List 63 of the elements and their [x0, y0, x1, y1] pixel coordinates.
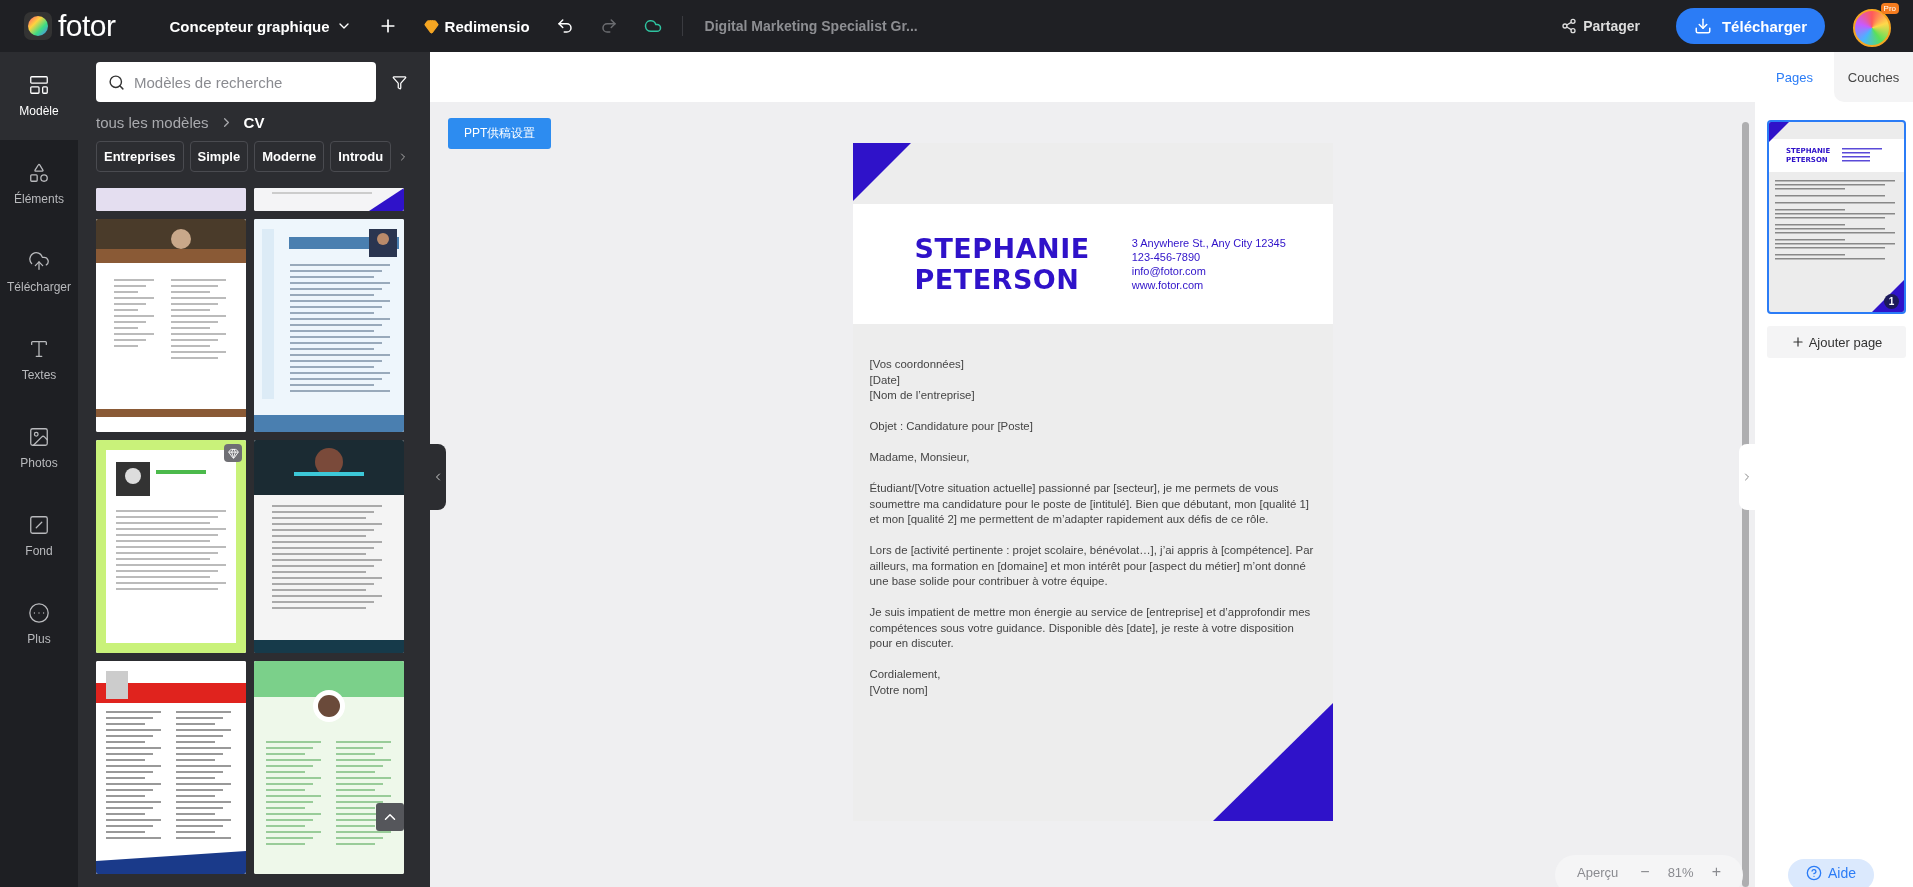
- breadcrumb-link[interactable]: tous les modèles: [96, 114, 209, 131]
- letter-text: Étudiant/[Votre situation actuelle] passionné par [secteur], je me permets de vous soumettre ma candidature pour le poste de [intitulé]. Bien que débutant, mon [qualité 1] et mon [qualité 2] me permettent de m’adapter rapidement aux défis de ce rôle.: [869, 481, 1310, 527]
- plus-icon: [1790, 335, 1805, 349]
- corner-triangle: [1769, 122, 1789, 142]
- document-title[interactable]: Digital Marketing Specialist Gr...: [704, 18, 918, 34]
- category-chip[interactable]: Moderne: [254, 141, 325, 172]
- letter-text: [Date]: [869, 372, 901, 388]
- pro-badge: Pro: [1880, 3, 1899, 14]
- letter-text: [Votre nom]: [869, 682, 929, 698]
- sidebar-item[interactable]: Fond: [0, 492, 78, 580]
- logo-text: fotor: [58, 9, 116, 43]
- sidebar-item[interactable]: Télécharger: [0, 228, 78, 316]
- letter-text: Lors de [activité pertinente : projet scolaire, bénévolat…], j’ai appris à [compétence]. Par ailleurs, ma formation en [domaine] et mon intérêt pour [aspect du métier] m’ont donné une base solide pour contribuer à votre équipe.: [869, 543, 1315, 589]
- category-chip[interactable]: Introdu: [330, 141, 392, 172]
- breadcrumb-link[interactable]: CV: [243, 114, 265, 131]
- text-icon: [28, 338, 50, 360]
- share-icon: [1561, 18, 1578, 34]
- collapse-panel-button[interactable]: [430, 444, 446, 510]
- scroll-top-button[interactable]: [376, 803, 404, 831]
- category-chip[interactable]: Simple: [189, 141, 249, 172]
- help-icon: [1806, 865, 1822, 881]
- contact-line: 3 Anywhere St., Any City 12345: [1131, 236, 1286, 250]
- letter-text: Cordialement,: [869, 667, 942, 682]
- letter-text: Je suis impatient de mettre mon énergie au service de [entreprise] et d’approfondir mes compétences sous votre guidance. Disponible dès [date], je reste à votre disposition pour en discuter.: [869, 605, 1312, 651]
- letter-text: Madame, Monsieur,: [869, 450, 971, 465]
- letter-text: [Vos coordonnées]: [869, 357, 965, 372]
- sidebar-item[interactable]: Modèle: [0, 52, 78, 140]
- zoom-level: 81%: [1667, 864, 1694, 880]
- contact-line: info@fotor.com: [1131, 264, 1207, 278]
- download-icon: [1693, 17, 1712, 35]
- contact-line: 123-456-7890: [1131, 250, 1202, 264]
- mode-dropdown[interactable]: Concepteur graphique: [163, 13, 358, 39]
- category-chip[interactable]: Entreprises: [96, 141, 184, 172]
- name-heading: STEPHANIE PETERSON: [914, 232, 1090, 296]
- search-icon: [108, 74, 125, 91]
- more-icon: [28, 602, 50, 624]
- sidebar-item[interactable]: Éléments: [0, 140, 78, 228]
- resize-button[interactable]: Redimensio: [417, 13, 536, 39]
- redo-icon: [599, 17, 618, 35]
- sidebar-item[interactable]: Textes: [0, 316, 78, 404]
- gem-icon: [423, 18, 439, 34]
- layout-icon: [28, 74, 50, 96]
- corner-triangle: [852, 143, 911, 201]
- avatar[interactable]: [1853, 9, 1891, 47]
- letter-text: Objet : Candidature pour [Poste]: [869, 419, 1034, 434]
- filter-icon[interactable]: [392, 74, 407, 90]
- sidebar-item[interactable]: Plus: [0, 580, 78, 668]
- sidebar-item[interactable]: Photos: [0, 404, 78, 492]
- logo-icon: [24, 12, 52, 40]
- add-page-button[interactable]: Ajouter page: [1767, 326, 1906, 358]
- letter-text: [Nom de l’entreprise]: [869, 388, 976, 403]
- cloud-icon: [643, 17, 662, 35]
- contact-line: www.fotor.com: [1131, 278, 1205, 292]
- image-icon: [28, 426, 50, 448]
- scrollbar[interactable]: [1742, 122, 1749, 887]
- shapes-icon: [28, 162, 50, 184]
- panel-tab[interactable]: Couches: [1834, 52, 1913, 102]
- download-button[interactable]: Télécharger: [1675, 8, 1825, 44]
- share-button[interactable]: Partager: [1555, 14, 1646, 38]
- text-lines-drawing: [1842, 147, 1883, 164]
- undo-icon: [555, 17, 574, 35]
- upload-icon: [28, 250, 50, 272]
- search-field[interactable]: Modèles de recherche: [96, 62, 376, 102]
